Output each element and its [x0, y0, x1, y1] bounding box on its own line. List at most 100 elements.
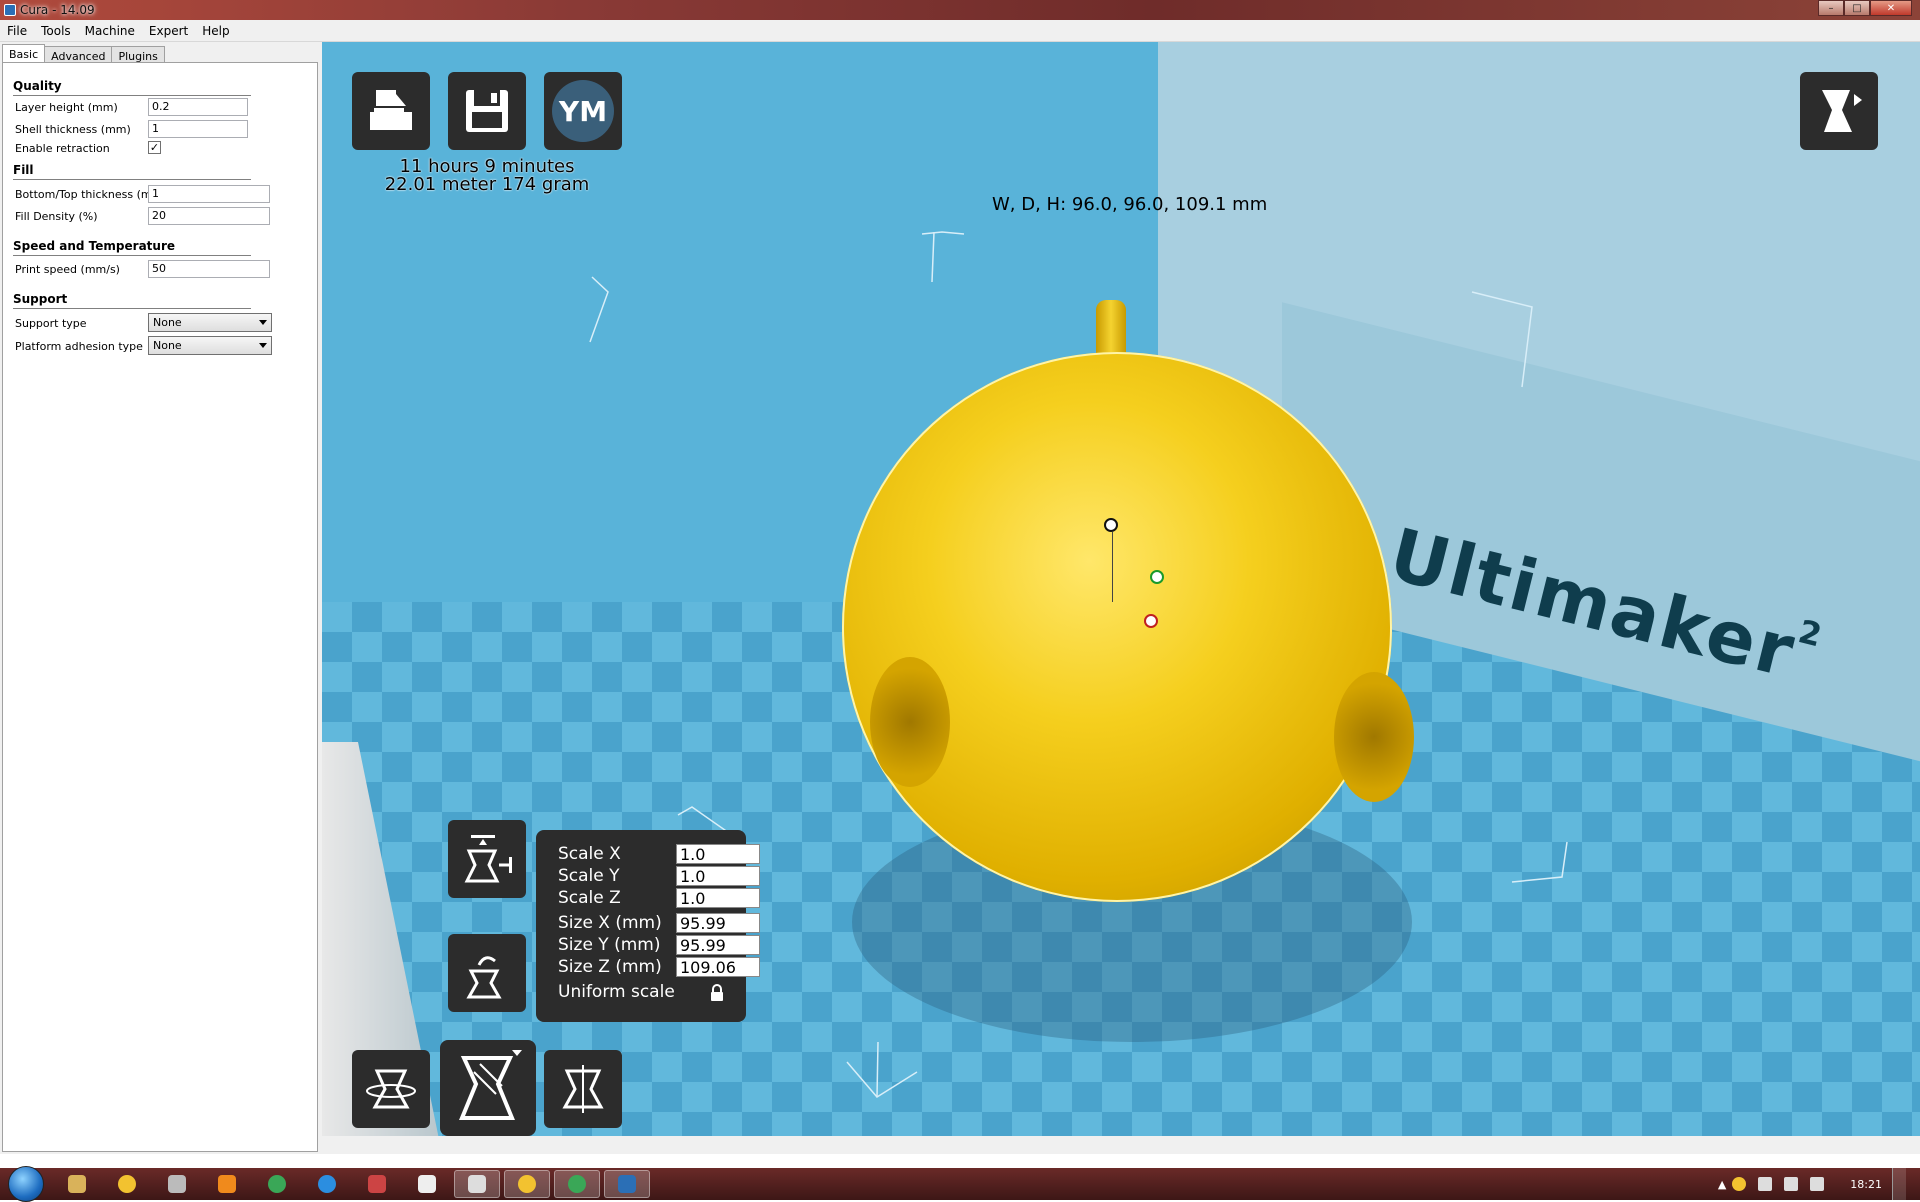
app-icon: [468, 1175, 486, 1193]
layer-height-field[interactable]: 0.2: [148, 98, 248, 116]
mirror-tool-button[interactable]: [544, 1050, 622, 1128]
size-x-field[interactable]: 95.99: [676, 913, 760, 933]
reset-rotation-button[interactable]: [448, 934, 526, 1012]
scale-x-label: Scale X: [558, 844, 621, 864]
taskbar-messenger-2[interactable]: [504, 1170, 550, 1198]
size-z-field[interactable]: 109.06: [676, 957, 760, 977]
axis-handle-z-icon[interactable]: [1104, 518, 1118, 532]
axis-handle-x-icon[interactable]: [1144, 614, 1158, 628]
cura-app-icon: [4, 4, 16, 16]
rotate-tool-button[interactable]: [352, 1050, 430, 1128]
section-support: Support: [13, 292, 68, 306]
axis-z-line: [1112, 532, 1113, 602]
tray-smiley-icon[interactable]: [1732, 1177, 1747, 1191]
scale-z-field[interactable]: 1.0: [676, 888, 760, 908]
shell-thickness-label: Shell thickness (mm): [15, 123, 131, 136]
youmagine-button[interactable]: YM: [544, 72, 622, 150]
platform-adhesion-select[interactable]: None: [148, 336, 272, 355]
settings-panel: Basic Advanced Plugins Quality Layer hei…: [0, 42, 322, 1154]
bottom-top-thickness-label: Bottom/Top thickness (mm): [15, 188, 167, 201]
enable-retraction-checkbox[interactable]: ✓: [148, 141, 161, 154]
show-desktop-button[interactable]: [1892, 1168, 1906, 1200]
tray-network-icon[interactable]: [1758, 1177, 1773, 1191]
scale-x-field[interactable]: 1.0: [676, 844, 760, 864]
menu-help[interactable]: Help: [195, 24, 236, 38]
viewport-bottom-frame: [322, 1136, 1920, 1154]
size-x-label: Size X (mm): [558, 913, 662, 933]
platform-adhesion-value: None: [153, 339, 182, 352]
mirror-icon: [562, 1065, 604, 1113]
taskbar-chrome-2[interactable]: [554, 1170, 600, 1198]
axis-handle-y-icon[interactable]: [1150, 570, 1164, 584]
section-fill: Fill: [13, 163, 34, 177]
menu-expert[interactable]: Expert: [142, 24, 195, 38]
maximize-button[interactable]: □: [1844, 0, 1870, 16]
taskbar-app3[interactable]: [154, 1170, 200, 1198]
taskbar-app7[interactable]: [354, 1170, 400, 1198]
tray-clock[interactable]: 18:21: [1850, 1178, 1882, 1191]
taskbar-explorer[interactable]: [54, 1170, 100, 1198]
platform-adhesion-label: Platform adhesion type: [15, 340, 143, 353]
scale-icon: [459, 1050, 522, 1120]
window-title: Cura - 14.09: [20, 3, 95, 17]
window-controls: – □ ✕: [1818, 0, 1912, 16]
vlc-icon: [218, 1175, 236, 1193]
app-icon: [168, 1175, 186, 1193]
lock-icon[interactable]: [710, 984, 724, 1002]
fill-density-field[interactable]: 20: [148, 207, 270, 225]
support-type-value: None: [153, 316, 182, 329]
shell-thickness-field[interactable]: 1: [148, 120, 248, 138]
scale-tool-button[interactable]: [440, 1040, 536, 1136]
model-hole-left: [870, 657, 950, 787]
section-divider: [13, 308, 251, 309]
taskbar-word[interactable]: [404, 1170, 450, 1198]
tray-volume-icon[interactable]: [1784, 1177, 1799, 1191]
tray-expand-icon[interactable]: ▲: [1718, 1178, 1726, 1191]
taskbar-messenger[interactable]: [104, 1170, 150, 1198]
reset-icon: [466, 956, 502, 999]
lay-flat-button[interactable]: [448, 820, 526, 898]
dropdown-arrow-icon: [259, 343, 267, 348]
close-button[interactable]: ✕: [1870, 0, 1912, 16]
app-icon: [368, 1175, 386, 1193]
scale-y-field[interactable]: 1.0: [676, 866, 760, 886]
menu-tools[interactable]: Tools: [34, 24, 78, 38]
3d-model-ornament[interactable]: [842, 352, 1392, 902]
chrome-icon: [568, 1175, 586, 1193]
section-quality: Quality: [13, 79, 62, 93]
load-folder-icon: [370, 90, 412, 130]
start-button-icon[interactable]: [8, 1166, 44, 1202]
uniform-scale-label: Uniform scale: [558, 982, 675, 1002]
size-z-label: Size Z (mm): [558, 957, 662, 977]
view-mode-button[interactable]: [1800, 72, 1878, 150]
minimize-button[interactable]: –: [1818, 0, 1844, 16]
print-speed-field[interactable]: 50: [148, 260, 270, 278]
taskbar-cura[interactable]: [604, 1170, 650, 1198]
support-type-label: Support type: [15, 317, 87, 330]
title-bar: Cura - 14.09 – □ ✕: [0, 0, 1920, 20]
taskbar-vlc[interactable]: [204, 1170, 250, 1198]
layer-height-label: Layer height (mm): [15, 101, 118, 114]
smiley-icon: [518, 1175, 536, 1193]
section-divider: [13, 255, 251, 256]
size-y-field[interactable]: 95.99: [676, 935, 760, 955]
save-gcode-button[interactable]: [448, 72, 526, 150]
bottom-top-thickness-field[interactable]: 1: [148, 185, 270, 203]
smiley-icon: [118, 1175, 136, 1193]
material-estimate: 22.01 meter 174 gram: [384, 174, 590, 195]
support-type-select[interactable]: None: [148, 313, 272, 332]
taskbar-app9[interactable]: [454, 1170, 500, 1198]
section-divider: [13, 95, 251, 96]
section-divider: [13, 179, 251, 180]
menu-file[interactable]: File: [0, 24, 34, 38]
lay-flat-icon: [464, 835, 512, 883]
tray-flag-icon[interactable]: [1810, 1177, 1825, 1191]
view-mode-icon: [1822, 90, 1862, 132]
enable-retraction-label: Enable retraction: [15, 142, 110, 155]
3d-viewport[interactable]: Ultimaker2 YM 11 hours 9 minutes 22.01 m…: [322, 42, 1920, 1154]
basic-settings-page: Quality Layer height (mm) 0.2 Shell thic…: [2, 62, 318, 1152]
menu-machine[interactable]: Machine: [78, 24, 142, 38]
taskbar-chrome[interactable]: [254, 1170, 300, 1198]
taskbar-ie[interactable]: [304, 1170, 350, 1198]
load-model-button[interactable]: [352, 72, 430, 150]
